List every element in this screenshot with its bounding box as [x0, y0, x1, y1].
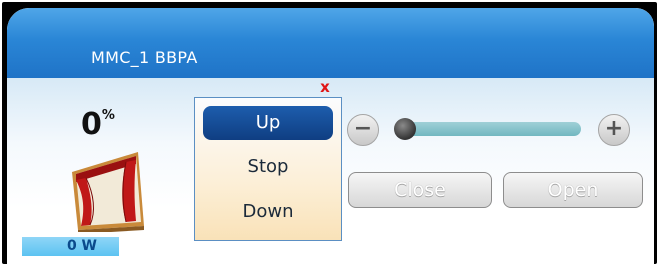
close-button[interactable]: Close: [348, 172, 492, 208]
down-button[interactable]: Down: [203, 195, 333, 229]
position-slider[interactable]: [397, 122, 581, 136]
power-readout: 0 W: [22, 237, 119, 256]
slider-handle[interactable]: [394, 118, 416, 140]
device-title: MMC_1 BBPA: [91, 48, 198, 67]
power-value: 0 W: [66, 238, 97, 254]
open-button[interactable]: Open: [503, 172, 643, 208]
position-percent: 0%: [81, 107, 115, 142]
percent-value: 0: [81, 107, 102, 142]
title-bar: MMC_1 BBPA: [7, 8, 654, 78]
stop-button[interactable]: Stop: [203, 150, 333, 184]
command-menu: Up Stop Down: [194, 97, 342, 241]
close-icon[interactable]: x: [318, 80, 332, 95]
percent-sign: %: [101, 108, 115, 123]
curtain-icon[interactable]: [64, 142, 148, 234]
increase-button[interactable]: +: [598, 114, 630, 146]
decrease-button[interactable]: −: [347, 114, 379, 146]
up-button[interactable]: Up: [203, 106, 333, 140]
